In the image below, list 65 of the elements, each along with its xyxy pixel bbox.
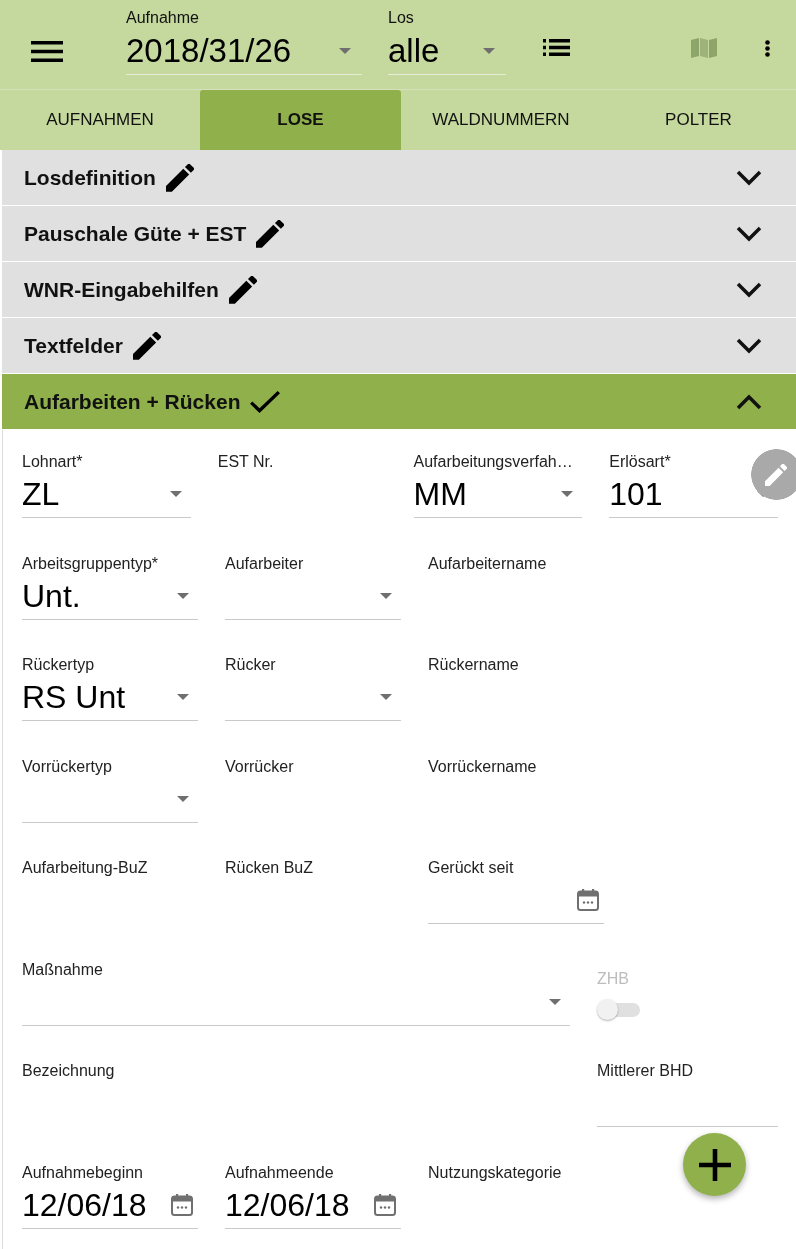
field-label: Aufarbeitung-BuZ xyxy=(22,859,148,877)
field-label: Rücken BuZ xyxy=(225,859,314,877)
field-label: Nutzungskategorie xyxy=(428,1163,562,1182)
field-label: Aufarbeitungsverfah… xyxy=(413,453,573,471)
field-label: Aufarbeitername xyxy=(428,554,547,573)
date-field[interactable]: 12/06/18 xyxy=(225,1181,401,1229)
caret-icon xyxy=(549,998,561,1005)
dropdown-field[interactable]: alle xyxy=(388,27,506,75)
dropdown-field[interactable]: ZL xyxy=(22,471,191,518)
tab[interactable]: WALDNUMMERN xyxy=(401,90,601,150)
dropdown-field[interactable]: MM xyxy=(413,471,583,518)
list-icon[interactable] xyxy=(543,39,570,56)
chevron-icon xyxy=(736,337,762,354)
section-header[interactable]: Pauschale Güte + EST xyxy=(2,206,796,261)
field-label: Aufnahme xyxy=(126,9,199,27)
field-label: Aufarbeiter xyxy=(225,554,304,573)
calendar-icon[interactable] xyxy=(577,889,599,911)
chevron-icon xyxy=(736,393,762,410)
pencil-icon xyxy=(765,463,787,486)
caret-icon xyxy=(380,592,392,599)
field-label: Los xyxy=(388,9,414,27)
field-label: Mittlerer BHD xyxy=(597,1062,693,1080)
field-label: EST Nr. xyxy=(217,453,274,471)
field-label: Erlösart* xyxy=(609,453,671,471)
field-label: Aufnahmebeginn xyxy=(22,1163,143,1182)
tab[interactable]: POLTER xyxy=(601,90,796,150)
dropdown-field[interactable]: 2018/31/26 xyxy=(126,27,362,75)
section-header[interactable]: Losdefinition xyxy=(2,150,796,205)
caret-icon xyxy=(339,47,351,54)
field-label: Vorrückername xyxy=(428,757,537,776)
dropdown-field[interactable]: RS Unt xyxy=(22,674,198,721)
calendar-icon[interactable] xyxy=(171,1193,193,1216)
chevron-icon xyxy=(736,169,762,186)
field-label: Vorrücker xyxy=(225,757,294,776)
field-label: Bezeichnung xyxy=(22,1062,115,1080)
chevron-icon xyxy=(736,225,762,242)
field-label: Lohnart* xyxy=(22,453,83,471)
caret-icon xyxy=(483,47,495,54)
section-header[interactable]: WNR-Eingabehilfen xyxy=(2,262,796,317)
field-label: Arbeitsgruppentyp* xyxy=(22,554,159,573)
field-label: Aufnahmeende xyxy=(225,1163,334,1182)
caret-icon xyxy=(169,491,182,497)
field-label: Rückername xyxy=(428,656,519,674)
caret-icon xyxy=(177,592,189,599)
more-icon[interactable] xyxy=(765,40,770,57)
chevron-icon xyxy=(736,281,762,298)
caret-icon xyxy=(380,694,392,700)
field-label: Vorrückertyp xyxy=(22,757,112,776)
section-header[interactable]: Aufarbeiten + Rücken xyxy=(2,374,796,429)
field-label: ZHB xyxy=(597,969,629,988)
date-field[interactable]: 12/06/18 xyxy=(22,1181,198,1229)
caret-icon xyxy=(177,694,189,700)
tab[interactable]: AUFNAHMEN xyxy=(0,90,200,150)
menu-icon[interactable] xyxy=(31,41,63,62)
tab[interactable]: LOSE xyxy=(200,90,401,150)
section-header[interactable]: Textfelder xyxy=(2,318,796,373)
caret-icon xyxy=(561,491,574,497)
dropdown-field[interactable]: Unt. xyxy=(22,572,198,620)
field-label: Rücker xyxy=(225,656,276,674)
field-label: Rückertyp xyxy=(22,656,95,674)
plus-icon xyxy=(698,1148,731,1181)
calendar-icon[interactable] xyxy=(374,1193,396,1216)
field-label: Maßnahme xyxy=(22,960,103,979)
caret-icon xyxy=(177,795,189,802)
field-label: Gerückt seit xyxy=(428,859,514,877)
